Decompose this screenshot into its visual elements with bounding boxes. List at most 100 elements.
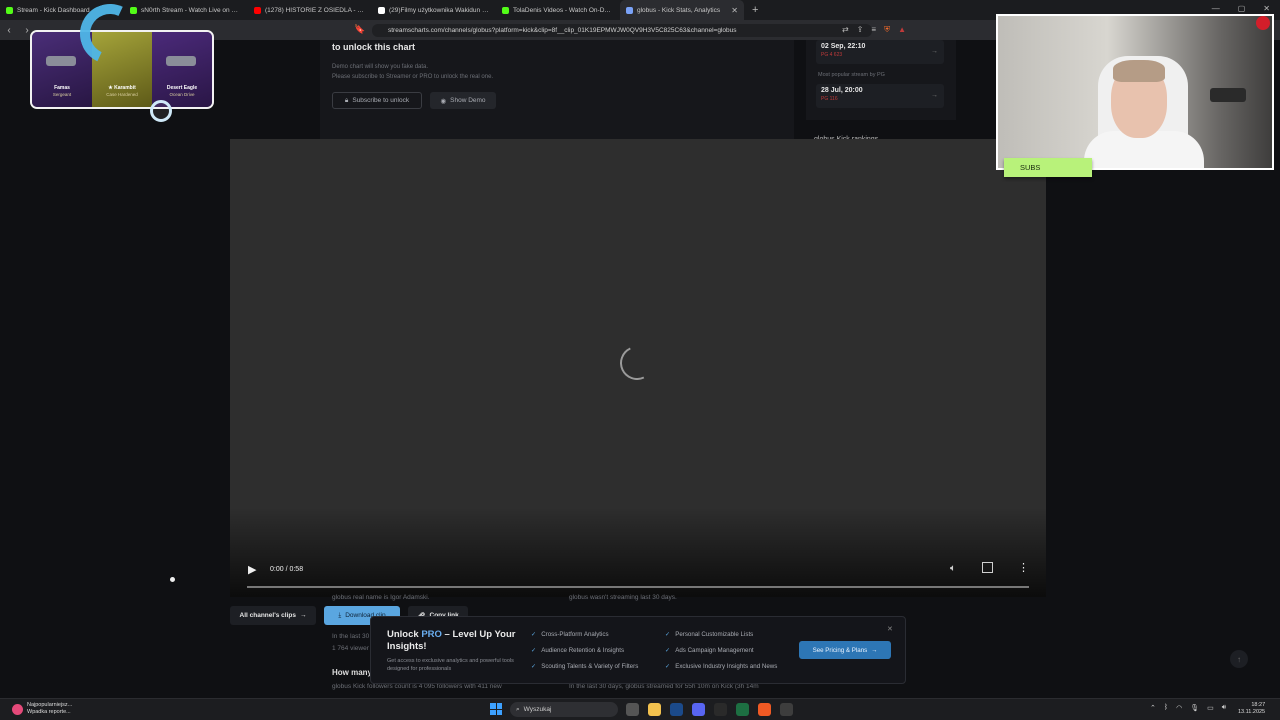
windows-start-icon[interactable] xyxy=(490,703,502,715)
promo-title: Unlock PRO – Level Up Your Insights! xyxy=(387,629,516,652)
mouse-cursor xyxy=(170,577,175,582)
play-icon[interactable]: ▶ xyxy=(248,563,256,576)
file-explorer-icon[interactable] xyxy=(648,703,661,716)
rifle-icon xyxy=(46,56,76,66)
check-icon: ✓ xyxy=(665,631,671,638)
promo-feature: ✓ Cross-Platform Analytics xyxy=(531,631,609,638)
more-options-icon[interactable]: ⋮ xyxy=(1018,561,1029,574)
kick-icon xyxy=(502,6,509,14)
discord-icon[interactable] xyxy=(692,703,705,716)
check-icon: ✓ xyxy=(665,647,671,654)
back-icon[interactable]: ‹ xyxy=(0,25,18,36)
side-card[interactable]: 02 Sep, 22:10 PG 4 623 → xyxy=(816,40,944,64)
scroll-to-top-button[interactable]: ↑ xyxy=(1230,650,1248,668)
skin-card: Desert Eagle Ocean Drive xyxy=(152,32,212,107)
fullscreen-icon[interactable] xyxy=(982,562,993,573)
promo-feature: ✓ Ads Campaign Management xyxy=(665,647,754,654)
subscribe-button[interactable]: 🔒︎ Subscribe to unlock xyxy=(332,92,422,109)
microphone-icon xyxy=(1210,88,1246,102)
settings-icon[interactable]: ≡ xyxy=(871,25,876,35)
pistol-icon xyxy=(166,56,196,66)
video-time: 0:00 / 0:58 xyxy=(270,566,304,573)
close-tab-icon[interactable]: ✕ xyxy=(731,6,738,15)
promo-feature: ✓ Scouting Talents & Variety of Filters xyxy=(531,663,639,670)
browser-tab[interactable]: sN0rth Stream - Watch Live on Kick xyxy=(124,0,248,20)
video-progress-bar[interactable] xyxy=(247,586,1029,588)
news-widget[interactable]: Najpopularniejsz... Wpadka reporte... xyxy=(12,702,72,716)
webcam-overlay xyxy=(996,14,1274,170)
check-icon: ✓ xyxy=(665,663,671,670)
screen: Stream - Kick Dashboard sN0rth Stream - … xyxy=(0,0,1280,720)
news-icon xyxy=(12,703,23,715)
promo-feature: ✓ Audience Retention & Insights xyxy=(531,647,625,654)
arrow-right-icon: → xyxy=(871,646,878,654)
volume-icon[interactable]: 🔈︎ xyxy=(950,563,956,574)
arrow-right-icon: → xyxy=(299,612,307,619)
speaker-icon[interactable]: 🔊︎ xyxy=(1222,704,1226,712)
subs-label: SUBS xyxy=(1004,158,1092,177)
arrow-up-icon: ↑ xyxy=(1237,654,1241,664)
brave-icon[interactable] xyxy=(758,703,771,716)
taskbar-search[interactable]: ⌕ Wyszukaj xyxy=(510,702,618,717)
pro-promo-banner: Unlock PRO – Level Up Your Insights! Get… xyxy=(370,616,906,684)
lock-icon: 🔒︎ xyxy=(344,96,349,104)
bluetooth-icon[interactable]: ᛒ xyxy=(1164,704,1168,712)
new-tab-button[interactable]: + xyxy=(744,4,766,16)
promo-feature: ✓ Exclusive Industry Insights and News xyxy=(665,663,778,670)
shield-icon[interactable]: ⛨ xyxy=(884,25,890,35)
arrow-right-icon: → xyxy=(931,48,938,55)
task-view-icon[interactable] xyxy=(626,703,639,716)
clock[interactable]: 18:27 13.11.2025 xyxy=(1238,702,1265,716)
all-clips-button[interactable]: All channel's clips → xyxy=(230,606,316,625)
close-window-icon[interactable]: ✕ xyxy=(1263,4,1270,13)
browser-tab[interactable]: (29)Filmy użytkownika Wakidun Kloni xyxy=(372,0,496,20)
record-indicator-icon xyxy=(1256,16,1270,30)
promo-description: Get access to exclusive analytics and po… xyxy=(387,658,514,672)
video-player[interactable]: ▶ 0:00 / 0:58 🔈︎ ⋮ xyxy=(230,139,1046,597)
monitor-icon[interactable]: ▭ xyxy=(1207,704,1214,712)
excel-icon[interactable] xyxy=(736,703,749,716)
close-icon[interactable]: ✕ xyxy=(887,625,893,633)
window-controls: — ▢ ✕ xyxy=(1212,4,1270,13)
side-card[interactable]: 28 Jul, 20:00 PG 116 → xyxy=(816,84,944,108)
mic-icon[interactable]: 🎙︎ xyxy=(1190,704,1199,712)
translate-icon[interactable]: ⇄ xyxy=(842,25,849,35)
steam-icon[interactable] xyxy=(670,703,683,716)
arrow-right-icon: → xyxy=(931,92,938,99)
share-icon[interactable]: ⇪ xyxy=(857,25,864,35)
bookmark-icon[interactable]: 🔖 xyxy=(354,24,365,35)
browser-tab-active[interactable]: globus - Kick Stats, Analytics ✕ xyxy=(620,0,744,20)
chart-panel xyxy=(320,40,794,140)
download-icon: ⤓ xyxy=(338,611,342,619)
minimize-icon[interactable]: — xyxy=(1212,4,1220,13)
system-tray: ⌃ ᛒ ◠ 🎙︎ ▭ 🔊︎ xyxy=(1150,704,1226,712)
eye-icon: ◉ xyxy=(440,97,447,105)
taskbar-apps xyxy=(626,703,793,716)
obs-icon[interactable] xyxy=(714,703,727,716)
streamscharts-icon xyxy=(626,6,633,14)
search-icon: ⌕ xyxy=(516,705,520,713)
check-icon: ✓ xyxy=(531,663,537,670)
check-icon: ✓ xyxy=(531,647,537,654)
url-field[interactable]: streamscharts.com/channels/globus?platfo… xyxy=(372,24,872,37)
kick-icon xyxy=(6,6,13,14)
show-demo-button[interactable]: ◉ Show Demo xyxy=(430,92,496,109)
browser-tab[interactable]: TolaDenis Videos - Watch On-Demand xyxy=(496,0,620,20)
karambit-ring-icon xyxy=(150,100,172,122)
side-label: Most popular stream by PG xyxy=(818,72,885,78)
rewards-icon[interactable]: ▲ xyxy=(898,25,906,35)
chevron-up-icon[interactable]: ⌃ xyxy=(1150,704,1156,712)
chrome-icon[interactable] xyxy=(780,703,793,716)
maximize-icon[interactable]: ▢ xyxy=(1238,4,1246,13)
address-bar-icons: ⇄ ⇪ ≡ ⛨ ▲ xyxy=(842,25,906,35)
check-icon: ✓ xyxy=(531,631,537,638)
youtube-icon xyxy=(254,6,261,14)
see-pricing-button[interactable]: See Pricing & Plans → xyxy=(799,641,891,659)
section-heading: How many xyxy=(332,668,373,677)
browser-tab[interactable]: (1278) HISTORIE Z OSIEDLA - YouTube xyxy=(248,0,372,20)
promo-feature: ✓ Personal Customizable Lists xyxy=(665,631,754,638)
taskbar: Najpopularniejsz... Wpadka reporte... ⌕ Wy… xyxy=(0,698,1280,720)
unlock-title: to unlock this chart xyxy=(332,42,416,52)
tiktok-icon xyxy=(378,6,385,14)
wifi-icon[interactable]: ◠ xyxy=(1176,704,1182,712)
